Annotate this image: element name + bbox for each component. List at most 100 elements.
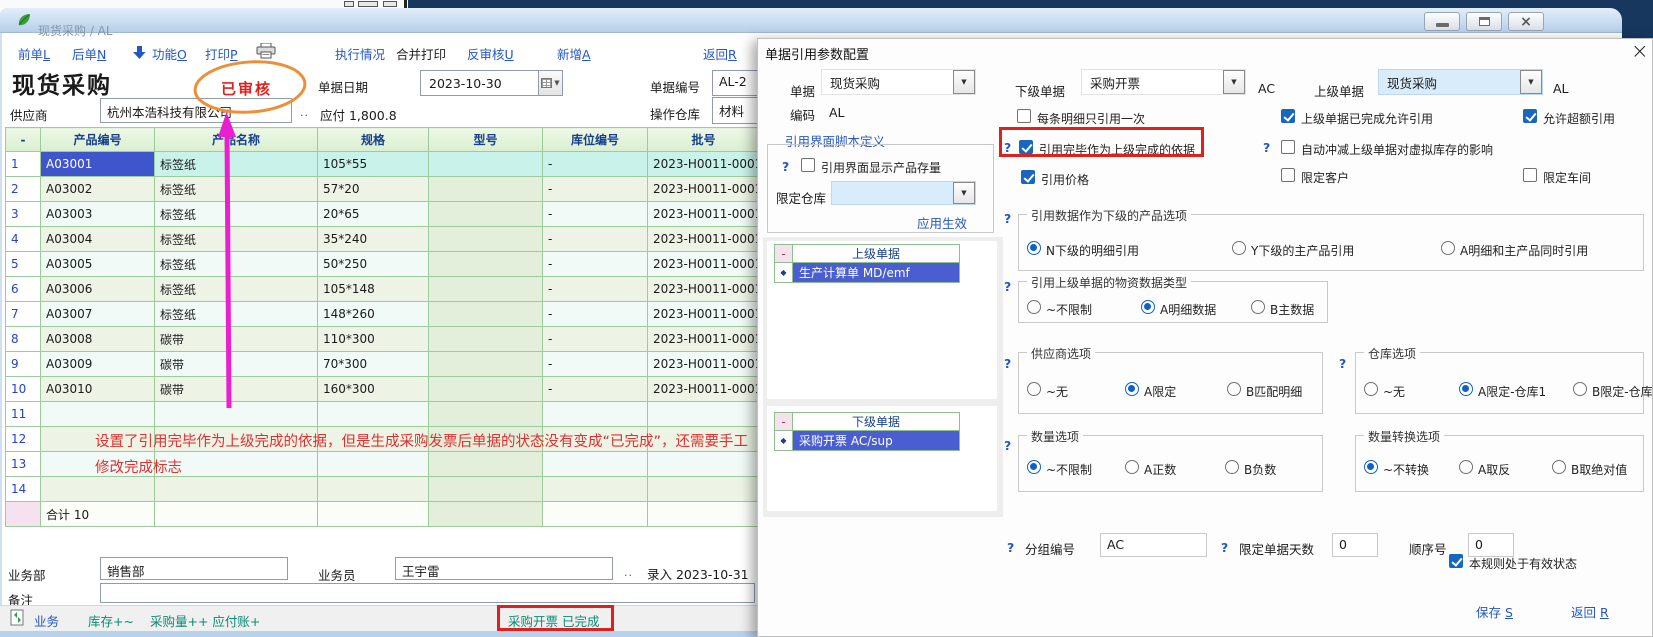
cell-row-number[interactable]: 12 (6, 427, 41, 452)
group-no-input[interactable]: AC (1100, 533, 1207, 557)
cell-location[interactable] (543, 477, 648, 502)
salesperson-input[interactable]: 王宇雷 (395, 557, 613, 580)
header-model[interactable]: 型号 (429, 128, 543, 152)
cell-batch[interactable]: 2023-H0011-0001-0 (648, 327, 758, 352)
cell-product-code[interactable]: A03009 (41, 352, 155, 377)
limit-warehouse-combo[interactable]: ▼ (831, 181, 976, 205)
cell-row-number[interactable]: 4 (6, 227, 41, 252)
toolbar-prev-doc[interactable]: 前单L (18, 44, 50, 63)
cell-batch[interactable] (648, 402, 758, 427)
lower-doc-combo[interactable]: 采购开票 ▼ (1081, 69, 1246, 95)
seq-no-input[interactable]: 0 (1468, 533, 1514, 557)
cell-product-code[interactable]: A03008 (41, 327, 155, 352)
minimize-button[interactable] (1424, 12, 1460, 31)
checkbox-ref-price[interactable] (1021, 170, 1035, 184)
cell-batch[interactable]: 2023-H0011-0001-0 (648, 177, 758, 202)
radio-product-1[interactable] (1232, 241, 1246, 255)
cell-model[interactable] (429, 452, 543, 477)
cell-location[interactable]: - (543, 352, 648, 377)
radio-product-0[interactable] (1027, 241, 1041, 255)
checkbox-show-stock[interactable] (801, 158, 815, 172)
chevron-down-icon[interactable]: ▼ (953, 182, 975, 204)
cell-spec[interactable]: 57*20 (318, 177, 429, 202)
radio-supplier-0[interactable] (1027, 382, 1041, 396)
date-input[interactable]: 2023-10-30 ▼ (420, 70, 563, 96)
cell-location[interactable]: - (543, 377, 648, 402)
window-close-button[interactable]: × (1508, 12, 1544, 31)
checkbox-once-per-detail[interactable] (1017, 109, 1031, 123)
header-spec[interactable]: 规格 (318, 128, 429, 152)
radio-warehouse-2[interactable] (1573, 382, 1587, 396)
cell-row-number[interactable]: 8 (6, 327, 41, 352)
cell-product-code[interactable]: A03005 (41, 252, 155, 277)
cell-spec[interactable]: 148*260 (318, 302, 429, 327)
checkbox-rule-active[interactable] (1449, 554, 1463, 568)
cell-location[interactable]: - (543, 227, 648, 252)
cell-row-number[interactable]: 14 (6, 477, 41, 502)
toolbar-return[interactable]: 返回R (703, 44, 737, 63)
cell-spec[interactable] (318, 477, 429, 502)
cell-batch[interactable]: 2023-H0011-0001-0 (648, 152, 758, 177)
cell-spec[interactable]: 20*65 (318, 202, 429, 227)
calendar-picker-button[interactable]: ▼ (538, 71, 562, 95)
cell-model[interactable] (429, 352, 543, 377)
cell-model[interactable] (429, 302, 543, 327)
cell-model[interactable] (429, 252, 543, 277)
lower-list-item[interactable]: 采购开票 AC/sup (793, 431, 960, 451)
cell-batch[interactable]: 2023-H0011-0001-0 (648, 302, 758, 327)
cell-batch[interactable]: 2023-H0011-0001-0 (648, 352, 758, 377)
radio-supplier-1[interactable] (1125, 382, 1139, 396)
docno-value[interactable]: AL-2 (712, 70, 762, 96)
help-icon[interactable]: ? (1007, 540, 1014, 555)
cell-product-code[interactable]: A03004 (41, 227, 155, 252)
cell-row-number[interactable]: 13 (6, 452, 41, 477)
cell-model[interactable] (429, 227, 543, 252)
help-icon[interactable]: ? (1339, 356, 1346, 371)
chevron-down-icon[interactable]: ▼ (1520, 70, 1542, 94)
toolbar-exec-status[interactable]: 执行情况 (335, 44, 385, 63)
cell-row-number[interactable]: 6 (6, 277, 41, 302)
cell-row-number[interactable]: 2 (6, 177, 41, 202)
cell-model[interactable] (429, 377, 543, 402)
cell-model[interactable] (429, 277, 543, 302)
cell-row-number[interactable]: 7 (6, 302, 41, 327)
radio-material-1[interactable] (1141, 300, 1155, 314)
save-button[interactable]: 保存 S (1476, 602, 1513, 621)
chevron-down-icon[interactable]: ▼ (953, 70, 975, 94)
dialog-close-icon[interactable]: × (1631, 39, 1649, 63)
header-corner[interactable]: - (6, 128, 41, 152)
header-location[interactable]: 库位编号 (543, 128, 648, 152)
cell-product-code[interactable]: A03001 (41, 152, 155, 177)
remark-input[interactable] (100, 583, 755, 603)
help-icon[interactable]: ? (1263, 140, 1270, 155)
cell-product-code[interactable]: A03003 (41, 202, 155, 227)
radio-qty-2[interactable] (1225, 460, 1239, 474)
help-icon[interactable]: ? (1004, 279, 1011, 294)
radio-supplier-2[interactable] (1227, 382, 1241, 396)
toolbar-unapprove[interactable]: 反审核U (467, 44, 514, 63)
cell-product-code[interactable]: A03007 (41, 302, 155, 327)
cell-batch[interactable]: 2023-H0011-0001-0 (648, 252, 758, 277)
cell-model[interactable] (429, 152, 543, 177)
cell-spec[interactable]: 105*148 (318, 277, 429, 302)
cell-location[interactable]: - (543, 302, 648, 327)
dept-input[interactable]: 销售部 (100, 557, 288, 580)
upper-list-item[interactable]: 生产计算单 MD/emf (793, 263, 960, 283)
cell-location[interactable]: - (543, 177, 648, 202)
checkbox-auto-offset[interactable] (1281, 140, 1295, 154)
radio-warehouse-1[interactable] (1459, 382, 1473, 396)
upper-doc-combo[interactable]: 现货采购 ▼ (1378, 69, 1543, 95)
cell-row-number[interactable]: 3 (6, 202, 41, 227)
statusbar-business-link[interactable]: 业务 (34, 611, 59, 630)
cell-spec[interactable]: 35*240 (318, 227, 429, 252)
cell-row-number[interactable]: 5 (6, 252, 41, 277)
cell-spec[interactable]: 160*300 (318, 377, 429, 402)
cell-batch[interactable]: 2023-H0011-0001-0 (648, 202, 758, 227)
limit-days-input[interactable]: 0 (1332, 533, 1378, 557)
cell-row-number[interactable]: 11 (6, 402, 41, 427)
cell-model[interactable] (429, 477, 543, 502)
cell-row-number[interactable]: 1 (6, 152, 41, 177)
toolbar-next-doc[interactable]: 后单N (72, 44, 106, 63)
radio-material-2[interactable] (1251, 300, 1265, 314)
help-icon[interactable]: ? (1221, 540, 1228, 555)
